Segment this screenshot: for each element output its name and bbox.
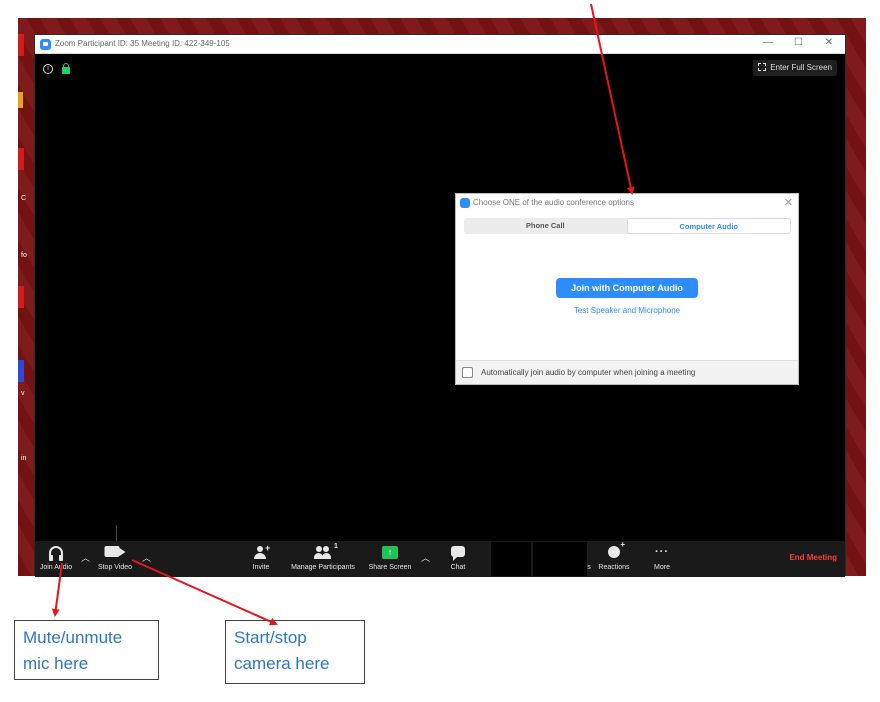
dialog-title: Choose ONE of the audio conference optio… <box>473 198 634 207</box>
add-person-icon: + <box>254 543 270 560</box>
redacted-button[interactable] <box>491 542 531 576</box>
screenshot-stage: C fo v in Zoom Participant ID: 35 Meetin… <box>0 0 880 702</box>
share-screen-icon: ↑ <box>382 546 398 559</box>
chat-bubble-icon <box>451 546 465 561</box>
desktop-icon[interactable] <box>18 92 23 108</box>
participants-icon: 1 <box>314 543 338 560</box>
tab-phone-call[interactable]: Phone Call <box>464 218 627 234</box>
desktop-icon-label: v <box>21 390 25 397</box>
headset-icon <box>49 546 63 561</box>
minimize-button[interactable]: — <box>763 37 773 48</box>
auto-join-label: Automatically join audio by computer whe… <box>481 368 696 377</box>
meeting-info-icon[interactable]: i <box>43 64 53 74</box>
desktop-icon[interactable] <box>18 360 24 382</box>
zoom-meeting-window: Zoom Participant ID: 35 Meeting ID: 422-… <box>34 34 846 577</box>
invite-button[interactable]: + Invite <box>243 541 279 577</box>
self-video-thumbnail <box>37 525 117 541</box>
audio-options-chevron-up-icon[interactable]: ︿ <box>81 551 90 564</box>
more-label: More <box>654 564 670 571</box>
window-title: Zoom Participant ID: 35 Meeting ID: 422-… <box>55 39 230 48</box>
dialog-footer: Automatically join audio by computer whe… <box>456 360 798 384</box>
join-computer-audio-button[interactable]: Join with Computer Audio <box>556 278 698 298</box>
invite-label: Invite <box>252 564 270 571</box>
annotation-camera: Start/stop camera here <box>225 620 365 684</box>
zoom-app-icon <box>40 39 51 50</box>
participant-count: 1 <box>334 543 338 550</box>
end-meeting-button[interactable]: End Meeting <box>789 553 837 562</box>
share-options-chevron-up-icon[interactable]: ︿ <box>421 551 430 564</box>
video-options-chevron-up-icon[interactable]: ︿ <box>142 551 151 564</box>
chat-button[interactable]: Chat <box>443 541 473 577</box>
meeting-toolbar: Join Audio ︿ Stop Video ︿ + Invite 1 Man… <box>35 540 845 577</box>
enter-full-screen-button[interactable]: Enter Full Screen <box>753 60 837 76</box>
tab-computer-audio[interactable]: Computer Audio <box>626 218 791 234</box>
more-ellipsis-icon: ··· <box>655 546 669 558</box>
join-audio-label: Join Audio <box>39 564 73 571</box>
zoom-app-icon <box>460 198 470 208</box>
desktop-icon[interactable] <box>18 286 24 308</box>
desktop-icon[interactable] <box>18 34 24 56</box>
audio-options-dialog: Choose ONE of the audio conference optio… <box>455 193 799 385</box>
stop-video-label: Stop Video <box>97 564 133 571</box>
annotation-mic: Mute/unmute mic here <box>14 620 159 680</box>
fullscreen-label: Enter Full Screen <box>770 63 832 72</box>
test-speaker-link[interactable]: Test Speaker and Microphone <box>456 306 798 315</box>
desktop-icon-label: in <box>21 455 27 462</box>
share-screen-label: Share Screen <box>368 564 412 571</box>
reactions-emoji-icon <box>608 540 625 558</box>
manage-participants-label: Manage Participants <box>291 564 355 571</box>
reactions-label: Reactions <box>598 564 630 571</box>
maximize-button[interactable]: ☐ <box>794 37 803 48</box>
share-screen-button[interactable]: ↑ Share Screen <box>365 541 415 577</box>
chat-label: Chat <box>450 564 466 571</box>
dialog-header: Choose ONE of the audio conference optio… <box>456 194 798 212</box>
redacted-button-label: s <box>585 541 593 577</box>
join-audio-button[interactable]: Join Audio <box>35 541 77 577</box>
audio-tabs: Phone Call Computer Audio <box>464 218 791 234</box>
redacted-button[interactable] <box>533 542 587 576</box>
window-titlebar[interactable]: Zoom Participant ID: 35 Meeting ID: 422-… <box>35 35 845 54</box>
stop-video-button[interactable]: Stop Video <box>91 541 139 577</box>
redacted-label-fragment: s <box>587 564 591 571</box>
close-window-button[interactable]: ✕ <box>825 37 833 48</box>
more-button[interactable]: ··· More <box>647 541 677 577</box>
manage-participants-button[interactable]: 1 Manage Participants <box>285 541 361 577</box>
video-camera-icon <box>104 546 126 557</box>
close-dialog-button[interactable]: ✕ <box>784 196 793 209</box>
desktop-icon-label: fo <box>21 252 27 259</box>
encryption-lock-icon[interactable] <box>62 63 70 74</box>
desktop-icon-label: C <box>21 195 27 202</box>
auto-join-checkbox[interactable] <box>462 367 473 378</box>
fullscreen-icon <box>758 63 767 71</box>
desktop-icon[interactable] <box>18 148 24 170</box>
reactions-button[interactable]: Reactions <box>595 540 633 577</box>
